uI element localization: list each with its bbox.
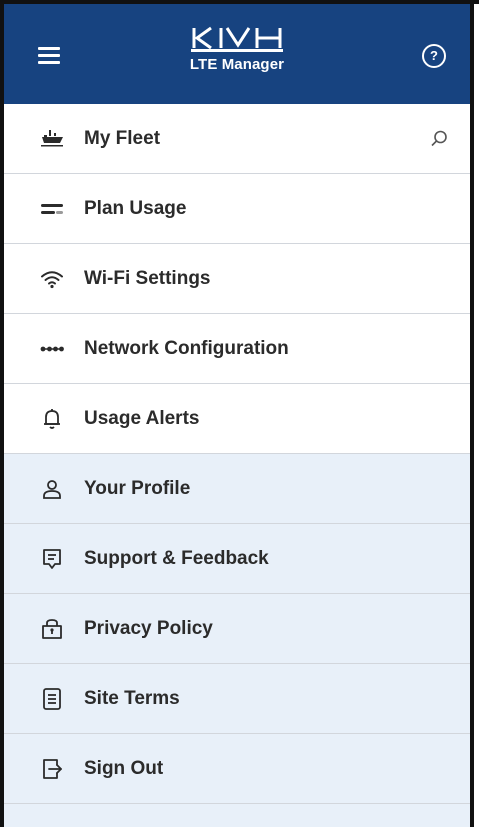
help-circle-icon[interactable]: ? <box>422 44 446 68</box>
menu-item-privacy-policy[interactable]: Privacy Policy <box>4 594 470 664</box>
menu-item-my-fleet[interactable]: My Fleet <box>4 104 470 174</box>
menu-item-wifi-settings[interactable]: Wi-Fi Settings <box>4 244 470 314</box>
menu-item-label: Usage Alerts <box>84 407 200 429</box>
menu-item-network-configuration[interactable]: Network Configuration <box>4 314 470 384</box>
menu-item-support-feedback[interactable]: Support & Feedback <box>4 524 470 594</box>
menu-item-label: Plan Usage <box>84 197 187 219</box>
app-header: LTE Manager ? <box>4 4 470 104</box>
fleet-ship-icon <box>41 129 63 146</box>
app-subtitle: LTE Manager <box>189 56 285 73</box>
frame-border-right <box>470 0 474 827</box>
bell-icon <box>44 408 60 429</box>
menu-item-plan-usage[interactable]: Plan Usage <box>4 174 470 244</box>
menu-item-your-profile[interactable]: Your Profile <box>4 454 470 524</box>
brand-logo: LTE Manager <box>4 26 470 73</box>
lock-icon <box>42 618 62 639</box>
menu-item-label: Network Configuration <box>84 337 289 359</box>
network-nodes-icon <box>40 346 64 351</box>
navigation-menu: My Fleet Plan Usage Wi-Fi Settings Netwo… <box>4 104 470 804</box>
app-frame: LTE Manager ? My Fleet Plan Usage Wi-Fi … <box>0 0 479 827</box>
menu-item-label: Support & Feedback <box>84 547 269 569</box>
menu-item-label: My Fleet <box>84 127 161 149</box>
menu-item-label: Privacy Policy <box>84 617 213 639</box>
menu-item-sign-out[interactable]: Sign Out <box>4 734 470 804</box>
wifi-icon <box>41 270 63 288</box>
menu-item-label: Wi-Fi Settings <box>84 267 211 289</box>
sign-out-icon <box>43 758 62 779</box>
menu-item-label: Site Terms <box>84 687 180 709</box>
feedback-icon <box>43 548 61 569</box>
plan-usage-bars-icon <box>41 203 63 214</box>
menu-bottom-fill <box>4 804 470 827</box>
menu-item-site-terms[interactable]: Site Terms <box>4 664 470 734</box>
document-icon <box>43 687 61 710</box>
menu-item-usage-alerts[interactable]: Usage Alerts <box>4 384 470 454</box>
kvh-logo-mark <box>191 26 283 52</box>
menu-item-label: Sign Out <box>84 757 164 779</box>
search-icon[interactable] <box>429 129 449 149</box>
user-icon <box>43 479 61 499</box>
menu-item-label: Your Profile <box>84 477 191 499</box>
